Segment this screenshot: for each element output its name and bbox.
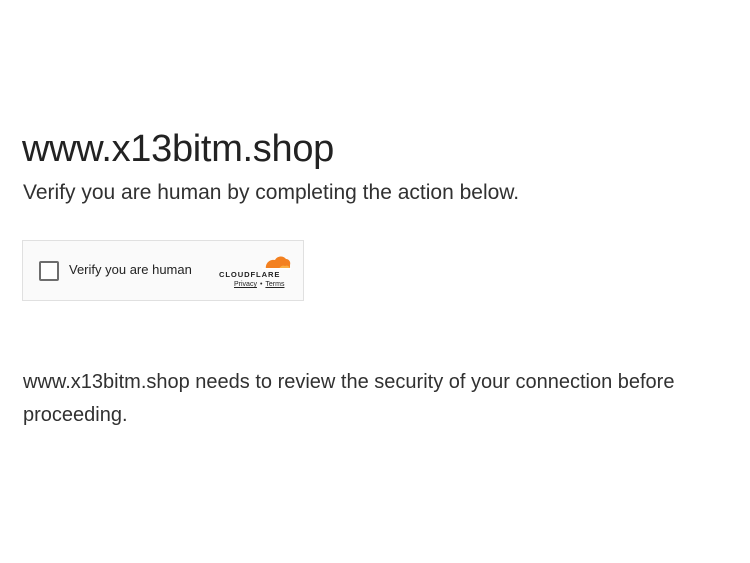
- verify-checkbox-label[interactable]: Verify you are human: [69, 262, 192, 278]
- terms-link[interactable]: Terms: [265, 281, 284, 288]
- link-separator: •: [259, 281, 263, 288]
- verify-checkbox[interactable]: [39, 261, 59, 281]
- verification-subtitle: Verify you are human by completing the a…: [23, 181, 520, 204]
- challenge-page: www.x13bitm.shop Verify you are human by…: [0, 0, 750, 563]
- privacy-link[interactable]: Privacy: [234, 281, 257, 288]
- turnstile-widget: Verify you are human CLOUDFLARE Privacy •…: [22, 240, 304, 301]
- cloudflare-logo-icon: CLOUDFLARE: [219, 256, 291, 279]
- site-title: www.x13bitm.shop: [22, 128, 335, 170]
- security-review-message: www.x13bitm.shop needs to review the sec…: [23, 371, 675, 426]
- cloudflare-wordmark: CLOUDFLARE: [219, 270, 280, 279]
- legal-links: Privacy • Terms: [234, 280, 284, 289]
